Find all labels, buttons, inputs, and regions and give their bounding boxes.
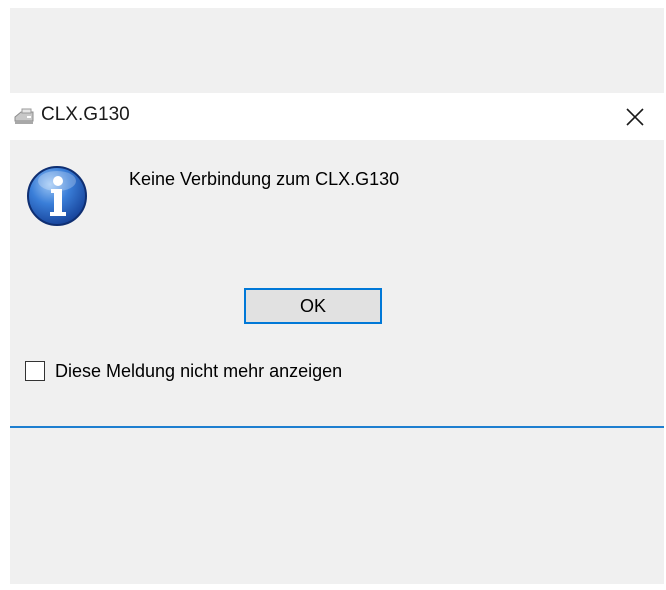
dialog-body: Keine Verbindung zum CLX.G130 OK Diese M… — [10, 140, 664, 426]
window-border-line — [10, 426, 664, 428]
ok-button[interactable]: OK — [244, 288, 382, 324]
checkbox-label[interactable]: Diese Meldung nicht mehr anzeigen — [55, 361, 342, 382]
title-bar: CLX.G130 — [10, 93, 664, 140]
window-title: CLX.G130 — [41, 104, 130, 125]
dont-show-again-option[interactable]: Diese Meldung nicht mehr anzeigen — [25, 359, 342, 383]
close-button[interactable] — [622, 104, 648, 130]
dont-show-again-checkbox[interactable] — [25, 361, 45, 381]
dialog-message: Keine Verbindung zum CLX.G130 — [129, 169, 400, 189]
close-icon — [626, 108, 644, 126]
printer-icon — [12, 108, 36, 126]
info-icon — [25, 164, 89, 228]
